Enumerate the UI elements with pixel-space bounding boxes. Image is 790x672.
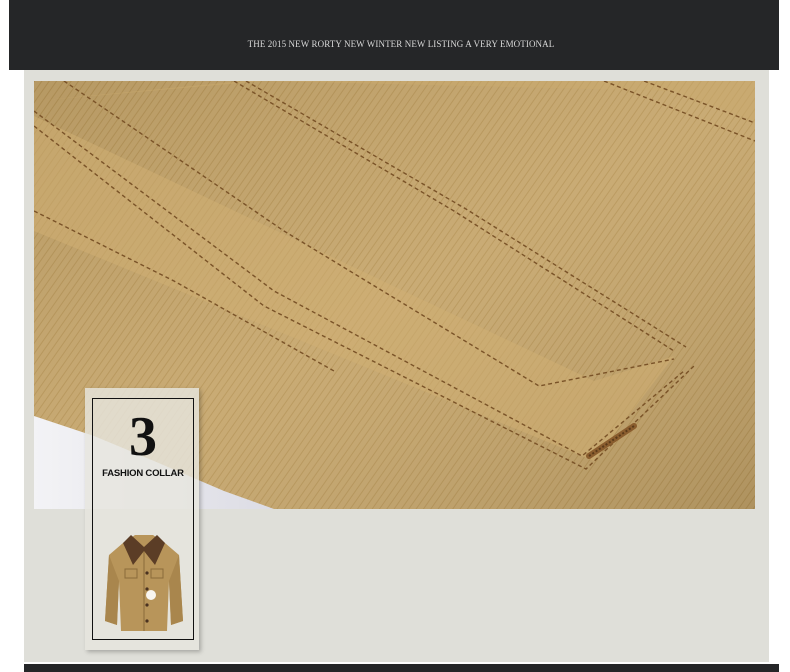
feature-card-frame: 3 FASHION COLLAR (92, 398, 194, 640)
feature-card: 3 FASHION COLLAR (85, 388, 199, 650)
feature-label: FASHION COLLAR (102, 468, 184, 479)
header-banner: The 2015 new Rorty new winter new listin… (9, 0, 779, 70)
feature-number: 3 (129, 406, 157, 468)
header-title: The 2015 new Rorty new winter new listin… (247, 39, 555, 49)
jacket-thumbnail (101, 521, 187, 635)
bottom-divider (24, 664, 779, 672)
